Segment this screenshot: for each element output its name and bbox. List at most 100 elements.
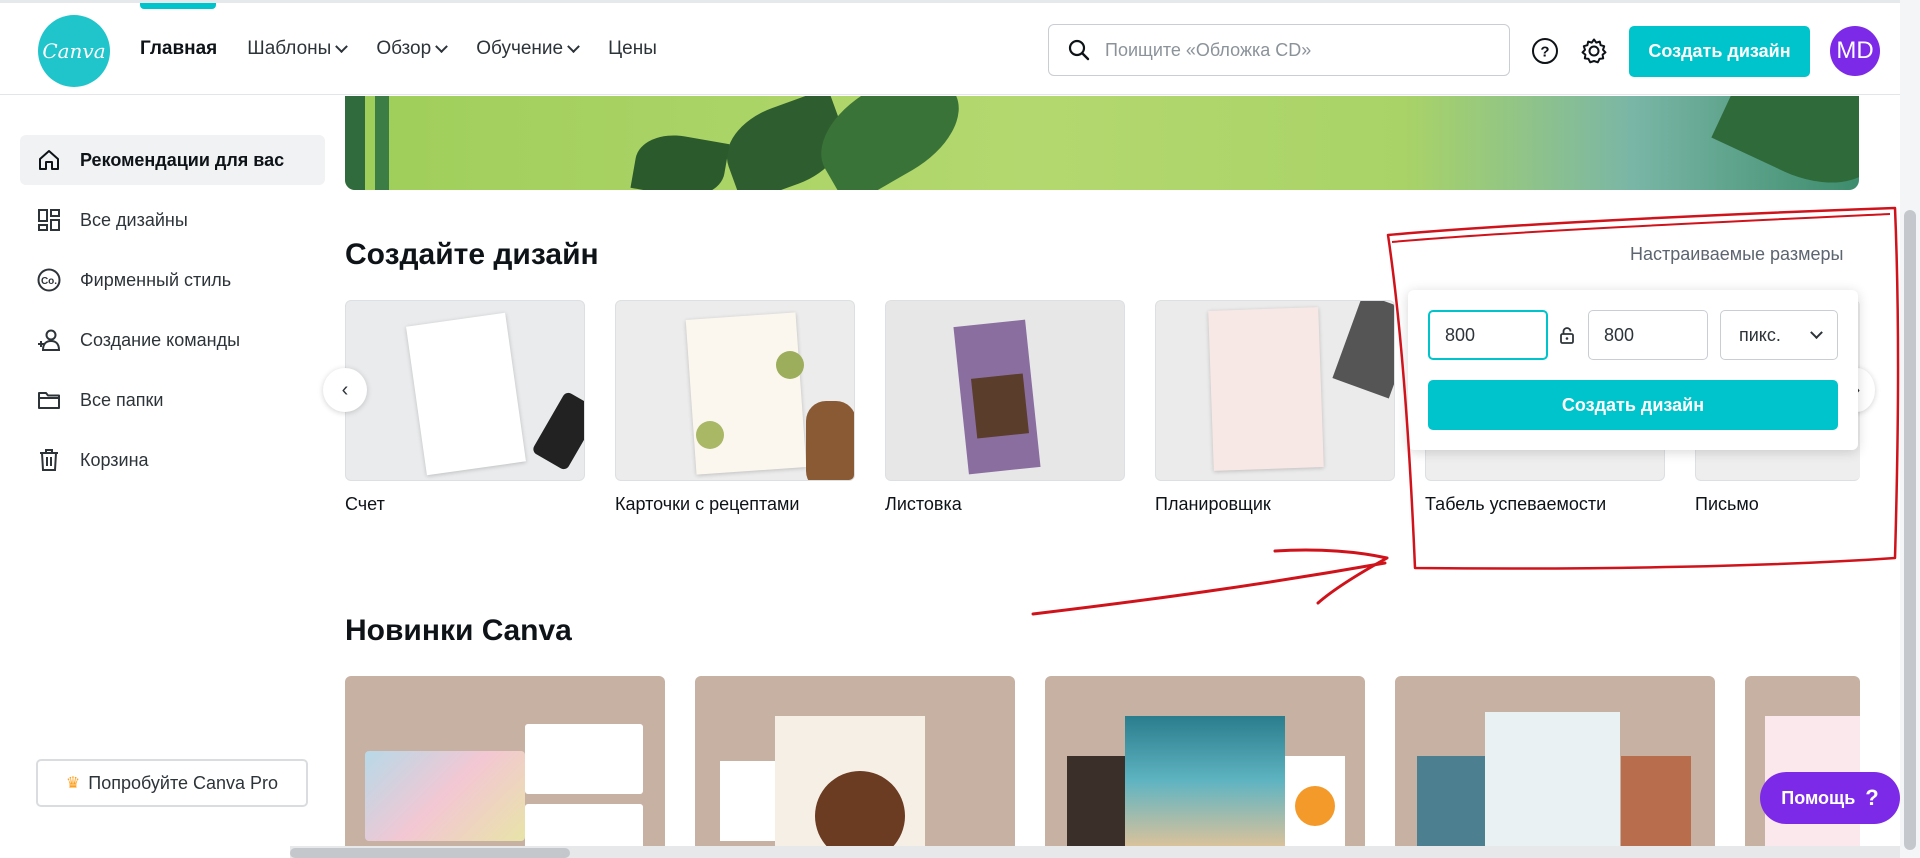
- unit-value: пикс.: [1739, 324, 1781, 345]
- nav-templates-label: Шаблоны: [247, 38, 332, 59]
- card-thumbnail: [806, 401, 854, 480]
- svg-text:?: ?: [1540, 44, 1549, 61]
- carousel-prev-button[interactable]: ‹: [323, 368, 367, 412]
- custom-size-popup: 800 800 пикс. Создать дизайн: [1408, 290, 1858, 450]
- help-icon[interactable]: ?: [1531, 37, 1559, 65]
- card-thumbnail: [971, 373, 1029, 439]
- grid-icon: [36, 207, 62, 233]
- card-thumbnail: [776, 351, 804, 379]
- card-thumbnail: [1295, 786, 1335, 826]
- lock-icon[interactable]: [1558, 326, 1576, 344]
- question-icon: ?: [1865, 785, 1879, 810]
- avatar[interactable]: MD: [1830, 26, 1880, 76]
- design-label: Письмо: [1695, 494, 1759, 514]
- card-thumbnail: [406, 312, 526, 476]
- crown-icon: ♛: [65, 775, 81, 792]
- logo-text: Canva: [42, 39, 106, 63]
- card-thumbnail: [1067, 756, 1125, 846]
- sidebar-item-recommended[interactable]: Рекомендации для вас: [20, 135, 325, 185]
- unit-select[interactable]: пикс.: [1720, 310, 1838, 360]
- nav-templates[interactable]: Шаблоны: [247, 38, 349, 60]
- search-placeholder: Поищите «Обложка CD»: [1105, 39, 1312, 60]
- help-button[interactable]: Помощь ?: [1760, 772, 1900, 824]
- design-label: Листовка: [885, 494, 962, 514]
- chevron-left-icon: ‹: [341, 378, 349, 401]
- chevron-down-icon: [335, 39, 349, 53]
- nav-home[interactable]: Главная: [140, 38, 217, 60]
- help-label: Помощь: [1781, 787, 1856, 808]
- hero-leaf: [630, 128, 730, 190]
- home-icon: [36, 147, 62, 173]
- card-thumbnail: [525, 804, 643, 846]
- sidebar-item-brand[interactable]: Co. Фирменный стиль: [20, 255, 325, 305]
- design-card-planner[interactable]: [1155, 300, 1395, 481]
- card-thumbnail: [720, 761, 775, 841]
- card-thumbnail: [685, 312, 807, 475]
- card-thumbnail: [696, 421, 724, 449]
- design-card-invoice[interactable]: [345, 300, 585, 481]
- sidebar-item-label: Рекомендации для вас: [80, 149, 285, 170]
- pro-label: Попробуйте Canva Pro: [88, 772, 279, 793]
- nav-pricing[interactable]: Цены: [608, 38, 657, 60]
- trash-icon: [36, 447, 62, 473]
- nav-home-label: Главная: [140, 38, 218, 59]
- canva-logo[interactable]: Canva: [38, 15, 110, 87]
- nav-pricing-label: Цены: [608, 38, 657, 59]
- new-card-portrait[interactable]: [695, 676, 1015, 846]
- svg-text:Co.: Co.: [41, 276, 57, 287]
- width-value: 800: [1445, 324, 1476, 345]
- height-value: 800: [1604, 324, 1635, 345]
- create-design-button[interactable]: Создать дизайн: [1629, 26, 1810, 77]
- sidebar-item-trash[interactable]: Корзина: [20, 435, 325, 485]
- card-thumbnail: [525, 724, 643, 794]
- sidebar-item-label: Все папки: [80, 389, 164, 410]
- chevron-down-icon: [1810, 325, 1823, 339]
- custom-size-link[interactable]: Настраиваемые размеры: [1630, 244, 1843, 265]
- card-thumbnail: [1332, 301, 1394, 399]
- sidebar: Рекомендации для вас Все дизайны Co. Фир…: [0, 96, 330, 858]
- search-icon: [1068, 39, 1090, 61]
- hero-banner: [345, 96, 1859, 190]
- new-card-turkey[interactable]: [1395, 676, 1715, 846]
- nav-learn[interactable]: Обучение: [476, 38, 580, 60]
- design-label: Планировщик: [1155, 494, 1271, 514]
- new-canva-title: Новинки Canva: [345, 614, 572, 647]
- vertical-scrollbar-thumb[interactable]: [1904, 210, 1916, 850]
- chevron-down-icon: [567, 39, 580, 53]
- card-thumbnail: [531, 390, 584, 472]
- sidebar-item-label: Все дизайны: [80, 209, 188, 230]
- horizontal-scrollbar-thumb[interactable]: [290, 848, 570, 858]
- annotation-arrow-head: [1273, 548, 1389, 605]
- team-icon: [36, 327, 62, 353]
- new-card-travel[interactable]: [1045, 676, 1365, 846]
- custom-create-design-button[interactable]: Создать дизайн: [1428, 380, 1838, 430]
- gear-icon[interactable]: [1580, 37, 1608, 65]
- design-card-flyer[interactable]: [885, 300, 1125, 481]
- design-card-recipe[interactable]: [615, 300, 855, 481]
- annotation-outline: [1391, 213, 1891, 243]
- main-nav: Главная Шаблоны Обзор Обучение Цены: [140, 3, 657, 95]
- try-canva-pro-button[interactable]: ♛ Попробуйте Canva Pro: [36, 759, 308, 807]
- hero-leaf: [1711, 96, 1859, 190]
- width-input[interactable]: 800: [1428, 310, 1548, 360]
- card-thumbnail: [365, 751, 525, 841]
- new-card-marketing[interactable]: [345, 676, 665, 846]
- header: Canva Главная Шаблоны Обзор Обучение Цен…: [0, 3, 1900, 95]
- sidebar-item-all-designs[interactable]: Все дизайны: [20, 195, 325, 245]
- search-input[interactable]: Поищите «Обложка CD»: [1048, 24, 1510, 76]
- hero-decor: [375, 96, 389, 190]
- sidebar-item-team[interactable]: Создание команды: [20, 315, 325, 365]
- nav-discover-label: Обзор: [376, 38, 432, 59]
- sidebar-item-folders[interactable]: Все папки: [20, 375, 325, 425]
- card-thumbnail: [1621, 756, 1691, 846]
- height-input[interactable]: 800: [1588, 310, 1708, 360]
- hero-decor: [345, 96, 365, 190]
- annotation-arrow: [1031, 561, 1387, 616]
- nav-active-indicator: [140, 3, 216, 9]
- nav-learn-label: Обучение: [476, 38, 564, 59]
- card-thumbnail: [1125, 716, 1285, 846]
- card-thumbnail: [1417, 756, 1485, 846]
- nav-discover[interactable]: Обзор: [376, 38, 449, 60]
- brand-icon: Co.: [36, 267, 62, 293]
- sidebar-item-label: Корзина: [80, 449, 149, 470]
